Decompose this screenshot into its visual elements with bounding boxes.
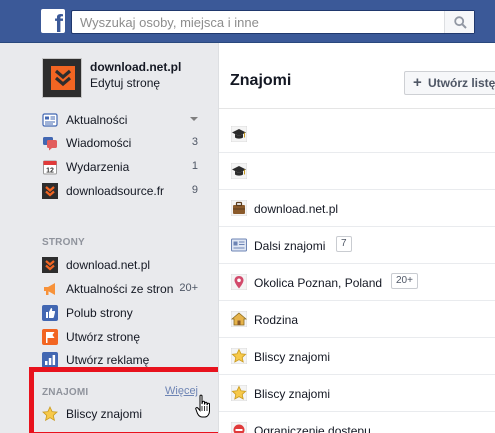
search-button[interactable] <box>444 11 474 33</box>
divider <box>219 108 495 109</box>
top-bar: f <box>0 0 495 43</box>
sidebar-item-label: Aktualności <box>66 113 128 127</box>
location-pin-icon <box>231 274 247 290</box>
list-item-label: Bliscy znajomi <box>254 387 331 401</box>
page-logo-icon <box>42 257 58 273</box>
page-title: Znajomi <box>230 72 292 89</box>
messages-icon <box>43 137 57 151</box>
edit-page-link[interactable]: Edytuj stronę <box>90 76 160 90</box>
list-item[interactable] <box>219 153 495 190</box>
sidebar-item-label: Utwórz stronę <box>66 330 141 344</box>
news-feed-icon <box>42 113 58 127</box>
create-list-button[interactable]: + Utwórz listę <box>404 71 495 95</box>
sidebar-item-messages[interactable]: Wiadomości 3 <box>42 133 202 153</box>
page-name[interactable]: download.net.pl <box>90 60 181 74</box>
acquaintances-icon <box>231 238 247 252</box>
star-icon <box>231 348 247 364</box>
house-icon <box>231 311 247 327</box>
events-icon: 12 <box>43 160 57 175</box>
sidebar-item-events[interactable]: 12 Wydarzenia 1 <box>42 157 202 177</box>
sidebar-item-label: Wiadomości <box>66 136 132 150</box>
hand-cursor-icon <box>195 394 210 418</box>
list-item[interactable]: Ograniczenie dostępu <box>219 412 495 433</box>
list-item[interactable]: Bliscy znajomi <box>219 375 495 412</box>
sidebar-item-downloadsource[interactable]: downloadsource.fr 9 <box>42 181 202 201</box>
list-item[interactable]: Okolica Poznan, Poland 20+ <box>219 264 495 301</box>
list-item-label: Bliscy znajomi <box>254 350 331 364</box>
page-logo-icon <box>42 183 58 199</box>
item-count: 1 <box>191 160 198 172</box>
sidebar-item-pages-feed[interactable]: Aktualności ze stron 20+ <box>42 279 202 299</box>
chevron-down-icon[interactable] <box>190 117 198 121</box>
sidebar-item-label: Wydarzenia <box>66 160 130 174</box>
list-item[interactable]: Bliscy znajomi <box>219 338 495 375</box>
sidebar-item-label: downloadsource.fr <box>66 184 165 198</box>
sidebar-item-label: Aktualności ze stron <box>66 282 174 296</box>
like-icon <box>42 305 58 321</box>
sidebar-item-label: download.net.pl <box>66 258 151 272</box>
list-item-label: Dalsi znajomi <box>254 239 326 253</box>
svg-text:12: 12 <box>46 168 54 175</box>
list-item-label: Ograniczenie dostępu <box>254 424 371 433</box>
facebook-logo-icon[interactable]: f <box>41 9 65 33</box>
page-avatar[interactable] <box>42 58 82 98</box>
sidebar-item-label: Polub strony <box>66 306 133 320</box>
search-box[interactable] <box>71 10 475 34</box>
list-item[interactable]: Rodzina <box>219 301 495 338</box>
search-icon <box>454 16 467 29</box>
count-badge: 7 <box>336 236 352 252</box>
graduation-cap-icon <box>231 126 247 142</box>
briefcase-icon <box>231 200 247 216</box>
star-icon <box>231 385 247 401</box>
graduation-cap-icon <box>231 163 247 179</box>
list-item-label: Rodzina <box>254 313 299 327</box>
item-count: 20+ <box>179 282 198 294</box>
page-profile[interactable]: download.net.pl Edytuj stronę <box>42 58 212 98</box>
count-badge: 20+ <box>391 273 418 289</box>
search-input[interactable] <box>72 11 442 33</box>
page-logo-icon <box>51 66 75 90</box>
restricted-icon <box>231 422 247 433</box>
sidebar-item-like-pages[interactable]: Polub strony <box>42 303 202 323</box>
item-count: 3 <box>191 136 198 148</box>
plus-icon: + <box>413 74 422 91</box>
megaphone-icon <box>44 283 55 295</box>
flag-icon <box>42 329 58 345</box>
list-item-label: Okolica Poznan, Poland <box>254 276 383 290</box>
item-count: 9 <box>191 184 198 196</box>
list-item-label: download.net.pl <box>254 202 339 216</box>
sidebar-item-page[interactable]: download.net.pl <box>42 255 202 275</box>
create-list-label: Utwórz listę <box>428 76 495 90</box>
list-item[interactable] <box>219 116 495 153</box>
main-content: Znajomi + Utwórz listę download.net.pl D… <box>218 43 495 433</box>
sidebar-item-news-feed[interactable]: Aktualności <box>42 110 202 130</box>
list-item[interactable]: Dalsi znajomi 7 <box>219 227 495 264</box>
sidebar-item-create-page[interactable]: Utwórz stronę <box>42 327 202 347</box>
sidebar-item-label: Utwórz reklamę <box>66 353 150 367</box>
list-item[interactable]: download.net.pl <box>219 190 495 227</box>
ad-chart-icon <box>42 352 58 368</box>
section-header-pages: STRONY <box>42 237 85 248</box>
